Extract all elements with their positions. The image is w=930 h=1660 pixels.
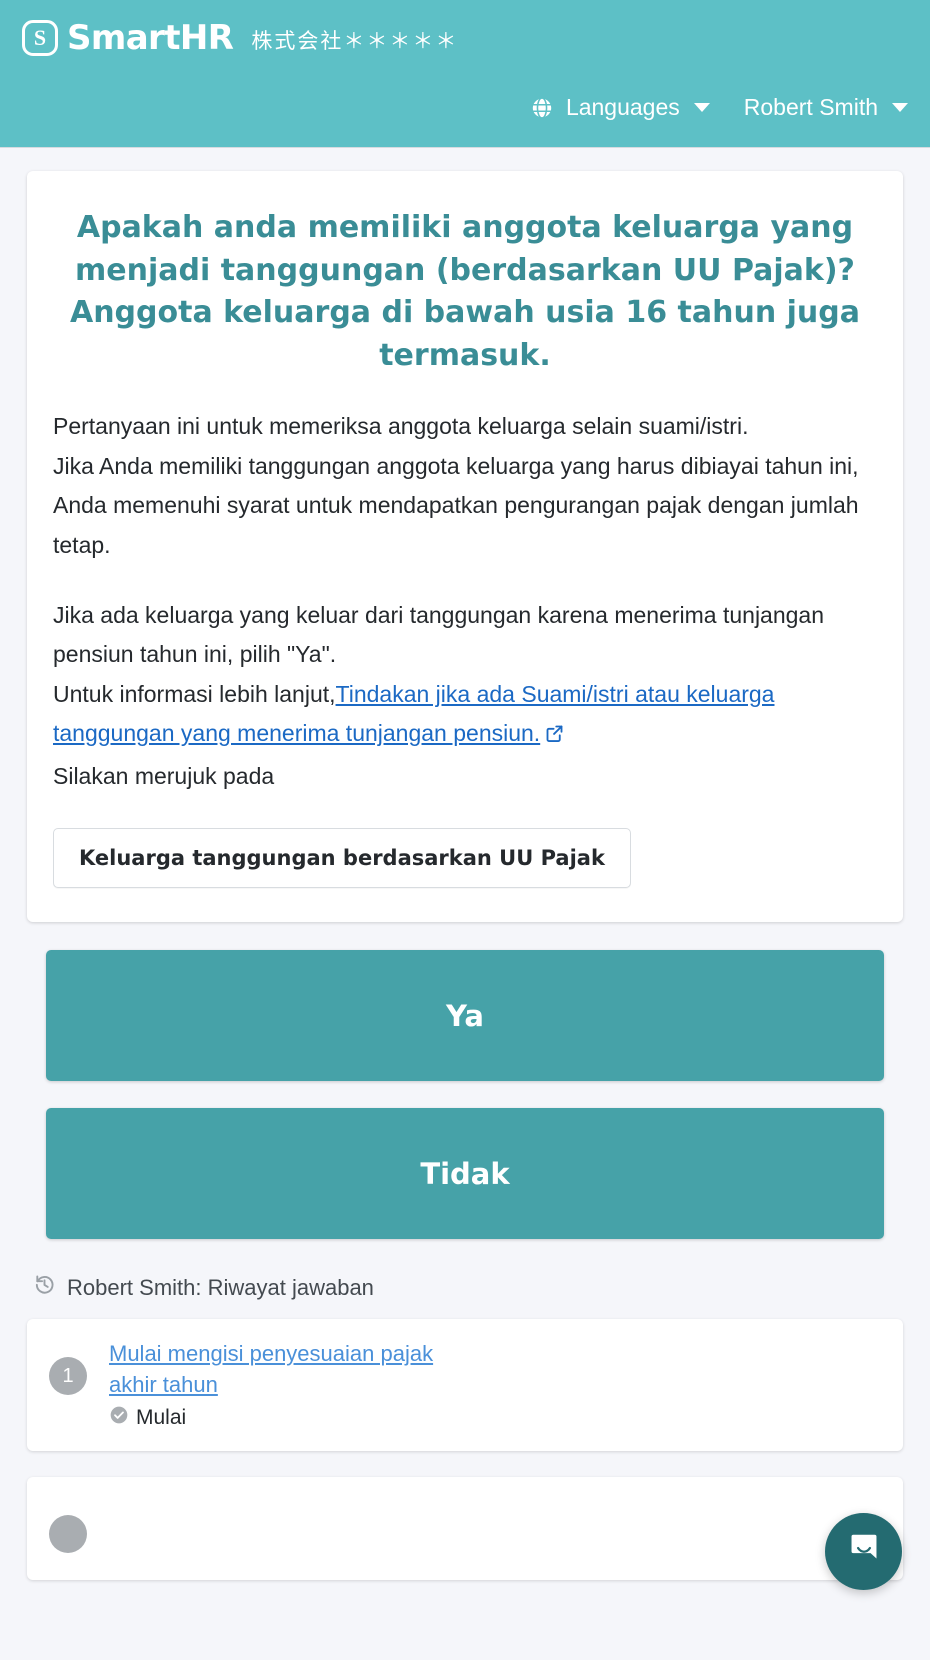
description-paragraph-2: Jika Anda memiliki tanggungan anggota ke… xyxy=(53,452,859,559)
history-status-label: Mulai xyxy=(136,1406,187,1430)
history-item-link[interactable]: Mulai mengisi penyesuaian pajak akhir ta… xyxy=(109,1339,459,1400)
header-nav: Languages Robert Smith xyxy=(529,94,908,121)
languages-menu[interactable]: Languages xyxy=(529,94,710,121)
globe-icon xyxy=(529,95,555,121)
answer-history-section: Robert Smith: Riwayat jawaban 1 Mulai me… xyxy=(27,1273,903,1581)
question-description: Pertanyaan ini untuk memeriksa anggota k… xyxy=(53,407,877,796)
history-heading: Robert Smith: Riwayat jawaban xyxy=(27,1273,903,1302)
link-prefix-text: Untuk informasi lebih lanjut, xyxy=(53,680,336,707)
s-rounded-square-icon: S xyxy=(22,20,58,56)
question-title: Apakah anda memiliki anggota keluarga ya… xyxy=(69,210,861,373)
logo-text: SmartHR xyxy=(67,18,234,58)
description-paragraph-1: Pertanyaan ini untuk memeriksa anggota k… xyxy=(53,413,749,440)
chevron-down-icon xyxy=(693,103,710,112)
history-item-status: Mulai xyxy=(109,1405,459,1431)
user-name-label: Robert Smith xyxy=(743,94,878,120)
chat-bubble-icon xyxy=(845,1530,883,1573)
description-paragraph-5: Silakan merujuk pada xyxy=(53,762,275,789)
user-menu[interactable]: Robert Smith xyxy=(744,94,908,121)
history-item-content: Mulai mengisi penyesuaian pajak akhir ta… xyxy=(109,1339,459,1431)
chat-launcher-button[interactable] xyxy=(825,1513,902,1590)
chevron-down-icon xyxy=(892,103,908,112)
history-item[interactable] xyxy=(27,1477,903,1581)
tax-law-dependents-button[interactable]: Keluarga tanggungan berdasarkan UU Pajak xyxy=(53,828,631,889)
app-header: S SmartHR 株式会社＊＊＊＊＊ Languages Robert Smi… xyxy=(0,0,930,148)
check-circle-icon xyxy=(109,1405,129,1431)
company-name: 株式会社＊＊＊＊＊ xyxy=(251,29,459,53)
description-paragraph-4: Untuk informasi lebih lanjut,Tindakan ji… xyxy=(53,675,877,757)
history-heading-label: Robert Smith: Riwayat jawaban xyxy=(67,1274,374,1300)
history-restore-icon xyxy=(33,1273,56,1302)
header-brand-row: S SmartHR 株式会社＊＊＊＊＊ xyxy=(22,0,908,58)
answer-no-button[interactable]: Tidak xyxy=(46,1108,884,1240)
history-step-badge: 1 xyxy=(49,1357,87,1396)
answer-yes-button[interactable]: Ya xyxy=(46,950,884,1082)
question-card: Apakah anda memiliki anggota keluarga ya… xyxy=(27,171,903,923)
external-link-icon xyxy=(544,717,565,757)
history-step-badge xyxy=(49,1515,87,1554)
answer-buttons: Ya Tidak xyxy=(46,950,884,1240)
history-item[interactable]: 1 Mulai mengisi penyesuaian pajak akhir … xyxy=(27,1319,903,1452)
languages-label: Languages xyxy=(565,94,680,120)
description-paragraph-3: Jika ada keluarga yang keluar dari tangg… xyxy=(53,601,825,668)
smarthr-logo[interactable]: S SmartHR xyxy=(22,18,234,58)
